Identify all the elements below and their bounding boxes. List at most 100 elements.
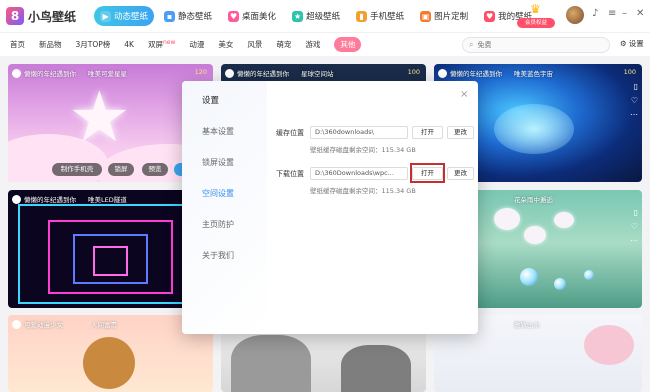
- dialog-title: 设置: [202, 96, 220, 106]
- menu-space-settings[interactable]: 空间设置: [202, 188, 234, 199]
- heart-icon[interactable]: ♡: [631, 96, 638, 105]
- download-location-label: 下载位置: [276, 170, 304, 178]
- author-name: 懒懒的年纪遇到你: [24, 70, 76, 78]
- tab-label: 超级壁纸: [306, 12, 341, 22]
- phone-icon[interactable]: ▯: [634, 82, 638, 91]
- tab-label: 静态壁纸: [178, 12, 213, 22]
- download-change-button[interactable]: 更改: [447, 167, 474, 180]
- gear-icon: ⚙: [620, 39, 627, 48]
- phone-icon[interactable]: ▯: [634, 208, 638, 217]
- highlight-box: [410, 163, 445, 183]
- cache-open-button[interactable]: 打开: [412, 126, 443, 139]
- tunnel-frame: [93, 246, 128, 276]
- card-author: 懒懒的年纪遇到你 星球空间站: [225, 68, 334, 78]
- app-name: 小鸟壁纸: [28, 9, 77, 24]
- category-item[interactable]: 游戏: [305, 39, 320, 50]
- phone-icon: ▮: [356, 10, 368, 22]
- cache-path-field[interactable]: D:\360downloads\: [310, 126, 408, 139]
- water-drop: [554, 278, 566, 290]
- card-author: 可爱动漫少女 人间富贵: [12, 319, 117, 329]
- tab-dynamic-wallpaper[interactable]: ▶ 动态壁纸: [94, 6, 155, 26]
- heart-icon[interactable]: ♡: [631, 222, 638, 231]
- nebula-glow: [494, 104, 574, 154]
- author-name: 可爱动漫少女: [24, 321, 63, 329]
- author-name: 懒懒的年纪遇到你: [24, 196, 76, 204]
- category-item[interactable]: 4K: [124, 40, 134, 49]
- close-icon[interactable]: ✕: [636, 8, 644, 19]
- card-author: 懒懒的年纪遇到你 唯美蓝色宇宙: [438, 68, 553, 78]
- new-badge: new: [162, 39, 176, 46]
- tab-label: 动态壁纸: [114, 12, 149, 22]
- menu-icon[interactable]: ≡: [608, 8, 616, 19]
- cache-change-button[interactable]: 更改: [447, 126, 474, 139]
- tab-desktop-beautify[interactable]: ♥ 桌面美化: [222, 6, 282, 26]
- card-author: 懒懒的年纪遇到你 唯美LED隧道: [12, 194, 127, 204]
- card-title: 唯美蓝色宇宙: [514, 70, 553, 78]
- category-item[interactable]: 首页: [10, 39, 25, 50]
- lockscreen-button[interactable]: 锁屏: [108, 163, 134, 176]
- category-item-active[interactable]: 其他: [334, 37, 362, 52]
- picture-icon: ▣: [420, 10, 432, 22]
- heart-icon: ♥: [228, 10, 240, 22]
- menu-homepage-protection[interactable]: 主页防护: [202, 219, 234, 230]
- category-item[interactable]: 萌宠: [276, 39, 291, 50]
- settings-dialog: 设置 × 基本设置 锁屏设置 空间设置 主页防护 关于我们 缓存位置 D:\36…: [182, 81, 478, 334]
- category-item[interactable]: 风景: [247, 39, 262, 50]
- category-item[interactable]: 新品物: [39, 39, 62, 50]
- like-count: 100: [407, 68, 420, 76]
- menu-basic-settings[interactable]: 基本设置: [202, 126, 234, 137]
- tab-super-wallpaper[interactable]: ★ 超级壁纸: [286, 6, 346, 26]
- preview-button[interactable]: 预览: [142, 163, 168, 176]
- mountain-shape: [231, 335, 311, 392]
- heart-icon: ♥: [484, 10, 496, 22]
- category-item[interactable]: 动漫: [189, 39, 204, 50]
- card-title: 唯美可爱星星: [88, 70, 127, 78]
- image-icon: ▪: [164, 10, 176, 22]
- tab-image-custom[interactable]: ▣ 图片定制: [414, 6, 474, 26]
- mountain-shape: [341, 345, 411, 392]
- search-box: ⌕: [462, 37, 610, 53]
- download-path-field[interactable]: D:\360Downloads\wpc...: [310, 167, 408, 180]
- card-title: 唯美LED隧道: [88, 196, 127, 204]
- minimize-icon[interactable]: –: [622, 8, 627, 19]
- category-item[interactable]: 双屏new: [148, 39, 175, 50]
- app-window: 8 小鸟壁纸 ▶ 动态壁纸 ▪ 静态壁纸 ♥ 桌面美化 ★ 超级壁纸 ▮ 手机壁…: [0, 0, 650, 392]
- more-icon[interactable]: ⋯: [630, 110, 638, 119]
- author-avatar: [225, 68, 234, 78]
- star-illustration: ★: [68, 76, 131, 158]
- author-name: 懒懒的年纪遇到你: [450, 70, 502, 78]
- settings-sidebar: [182, 81, 267, 334]
- author-avatar: [12, 319, 21, 329]
- bell-icon[interactable]: ♪: [592, 8, 598, 19]
- flower: [554, 212, 574, 228]
- search-input[interactable]: [477, 41, 598, 49]
- tab-static-wallpaper[interactable]: ▪ 静态壁纸: [158, 6, 218, 26]
- settings-button[interactable]: ⚙ 设置: [620, 38, 644, 49]
- category-label: 双屏: [147, 40, 163, 49]
- top-header: 8 小鸟壁纸 ▶ 动态壁纸 ▪ 静态壁纸 ♥ 桌面美化 ★ 超级壁纸 ▮ 手机壁…: [0, 0, 650, 32]
- card-author: 雅致山水: [514, 319, 540, 329]
- category-item[interactable]: 3月TOP榜: [76, 39, 111, 50]
- close-icon[interactable]: ×: [460, 89, 468, 100]
- search-icon: ⌕: [469, 40, 474, 49]
- app-logo[interactable]: 8 小鸟壁纸: [6, 7, 76, 25]
- menu-about-us[interactable]: 关于我们: [202, 250, 234, 261]
- tab-label: 手机壁纸: [370, 12, 405, 22]
- logo-mark: 8: [6, 7, 24, 25]
- more-icon[interactable]: ⋯: [630, 236, 638, 245]
- tab-label: 图片定制: [434, 12, 469, 22]
- vip-label: 会员权益: [517, 18, 555, 28]
- card-title: 花朵雨中邂逅: [514, 196, 553, 204]
- water-drop: [520, 268, 538, 286]
- make-phone-case-button[interactable]: 制作手机壳: [52, 163, 102, 176]
- category-item[interactable]: 美女: [218, 39, 233, 50]
- author-avatar: [12, 194, 21, 204]
- blossom-shape: [584, 325, 634, 365]
- menu-lockscreen-settings[interactable]: 锁屏设置: [202, 157, 234, 168]
- play-icon: ▶: [100, 10, 112, 22]
- card-author: 花朵雨中邂逅: [514, 194, 553, 204]
- tab-phone-wallpaper[interactable]: ▮ 手机壁纸: [350, 6, 410, 26]
- avatar[interactable]: [566, 6, 584, 24]
- water-drop: [584, 270, 594, 280]
- vip-badge[interactable]: ♛ 会员权益: [517, 2, 555, 28]
